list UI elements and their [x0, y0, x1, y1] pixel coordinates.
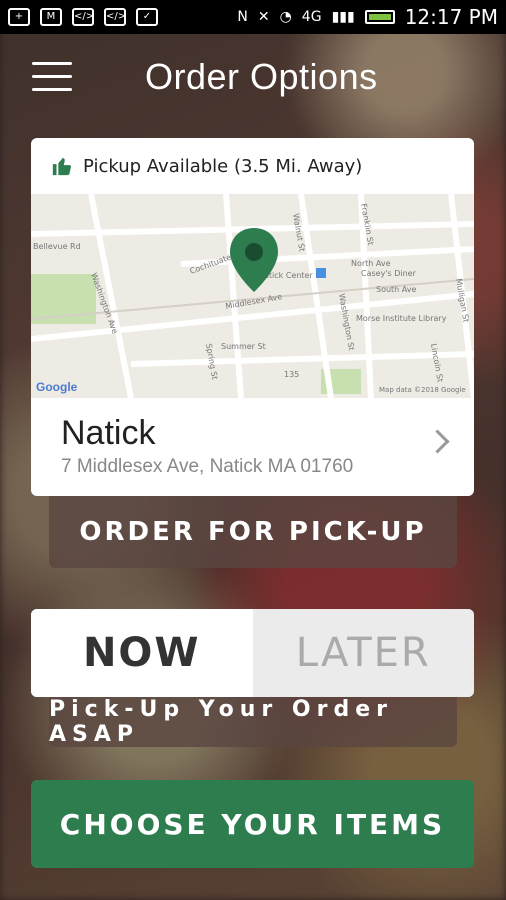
chat-icon: ✓ — [136, 8, 158, 26]
choose-items-button[interactable]: CHOOSE YOUR ITEMS — [31, 780, 474, 868]
location-card[interactable]: Pickup Available (3.5 Mi. Away) Bellevue… — [31, 138, 474, 496]
map-credit: Map data ©2018 Google — [379, 386, 466, 394]
mute-icon: ✕ — [257, 9, 270, 25]
nfc-icon: N — [237, 9, 248, 25]
page-title: Order Options — [145, 56, 378, 97]
app-header: Order Options — [0, 34, 506, 120]
network-type: 4G — [301, 9, 322, 25]
asap-note: Pick-Up Your Order ASAP — [49, 697, 457, 747]
thumbs-up-icon — [52, 157, 72, 176]
order-for-pickup-button[interactable]: ORDER FOR PICK-UP — [49, 496, 457, 568]
map-label-route: 135 — [284, 370, 299, 379]
map-label-summer: Summer St — [221, 342, 266, 351]
google-logo: Google — [36, 380, 78, 394]
store-map[interactable]: Bellevue Rd Washington Ave Cochituate St… — [31, 194, 474, 398]
signal-icon: ▮▮▮ — [331, 9, 355, 25]
map-label-south-ave: South Ave — [376, 285, 417, 294]
later-option[interactable]: LATER — [252, 609, 474, 697]
status-bar: + M </> </> ✓ N ✕ ◔ 4G ▮▮▮ 12:17 PM — [0, 0, 506, 34]
store-name: Natick — [61, 414, 156, 452]
availability-text: Pickup Available (3.5 Mi. Away) — [83, 155, 363, 177]
add-icon: + — [8, 8, 30, 26]
now-option[interactable]: NOW — [31, 609, 253, 697]
transit-icon — [316, 268, 326, 278]
mail-icon: M — [40, 8, 62, 26]
map-label-caseys: Casey's Diner — [361, 269, 417, 278]
chevron-right-icon — [425, 429, 450, 454]
store-address: 7 Middlesex Ave, Natick MA 01760 — [61, 456, 354, 477]
menu-icon[interactable] — [32, 62, 72, 92]
code-icon-2: </> — [104, 8, 126, 26]
clock: 12:17 PM — [404, 5, 498, 29]
store-info[interactable]: Natick 7 Middlesex Ave, Natick MA 01760 — [31, 398, 474, 496]
availability-row: Pickup Available (3.5 Mi. Away) — [31, 138, 474, 194]
battery-icon — [364, 10, 395, 24]
code-icon: </> — [72, 8, 94, 26]
timing-toggle: NOW LATER — [31, 609, 474, 697]
map-label-north-ave: North Ave — [351, 259, 391, 268]
map-label-library: Morse Institute Library — [356, 314, 447, 323]
map-label-bellevue: Bellevue Rd — [33, 242, 81, 251]
wifi-icon: ◔ — [279, 9, 292, 25]
